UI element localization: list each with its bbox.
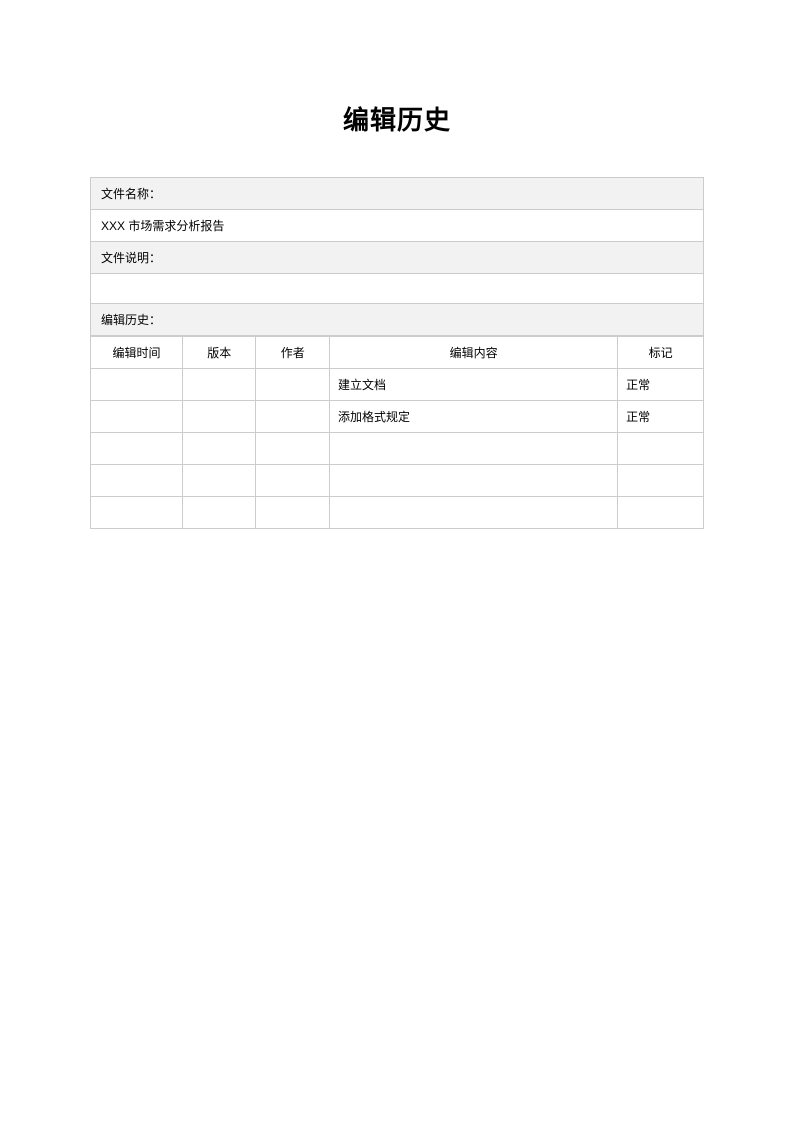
cell-author xyxy=(256,369,330,401)
cell-mark xyxy=(618,433,704,465)
history-table: 编辑时间 版本 作者 编辑内容 标记 建立文档 正常 添加格式规定 正常 xyxy=(90,336,704,529)
header-content: 编辑内容 xyxy=(330,337,618,369)
table-row: 建立文档 正常 xyxy=(91,369,704,401)
cell-time xyxy=(91,433,183,465)
table-row xyxy=(91,497,704,529)
cell-content: 建立文档 xyxy=(330,369,618,401)
header-time: 编辑时间 xyxy=(91,337,183,369)
table-row xyxy=(91,433,704,465)
header-version: 版本 xyxy=(182,337,256,369)
cell-content: 添加格式规定 xyxy=(330,401,618,433)
cell-mark xyxy=(618,497,704,529)
cell-time xyxy=(91,497,183,529)
table-row: 添加格式规定 正常 xyxy=(91,401,704,433)
filename-value: XXX 市场需求分析报告 xyxy=(90,209,704,241)
cell-mark: 正常 xyxy=(618,369,704,401)
cell-author xyxy=(256,401,330,433)
cell-version xyxy=(182,401,256,433)
table-row xyxy=(91,465,704,497)
cell-content xyxy=(330,465,618,497)
cell-time xyxy=(91,369,183,401)
filename-label: 文件名称： xyxy=(90,177,704,209)
cell-version xyxy=(182,433,256,465)
cell-author xyxy=(256,465,330,497)
cell-content xyxy=(330,497,618,529)
description-value xyxy=(90,273,704,303)
cell-version xyxy=(182,369,256,401)
history-label: 编辑历史： xyxy=(90,303,704,336)
cell-time xyxy=(91,465,183,497)
cell-author xyxy=(256,497,330,529)
page-title: 编辑历史 xyxy=(90,100,704,137)
header-mark: 标记 xyxy=(618,337,704,369)
cell-mark xyxy=(618,465,704,497)
header-author: 作者 xyxy=(256,337,330,369)
cell-author xyxy=(256,433,330,465)
cell-version xyxy=(182,497,256,529)
cell-time xyxy=(91,401,183,433)
description-label: 文件说明： xyxy=(90,241,704,273)
cell-content xyxy=(330,433,618,465)
cell-version xyxy=(182,465,256,497)
table-header-row: 编辑时间 版本 作者 编辑内容 标记 xyxy=(91,337,704,369)
cell-mark: 正常 xyxy=(618,401,704,433)
